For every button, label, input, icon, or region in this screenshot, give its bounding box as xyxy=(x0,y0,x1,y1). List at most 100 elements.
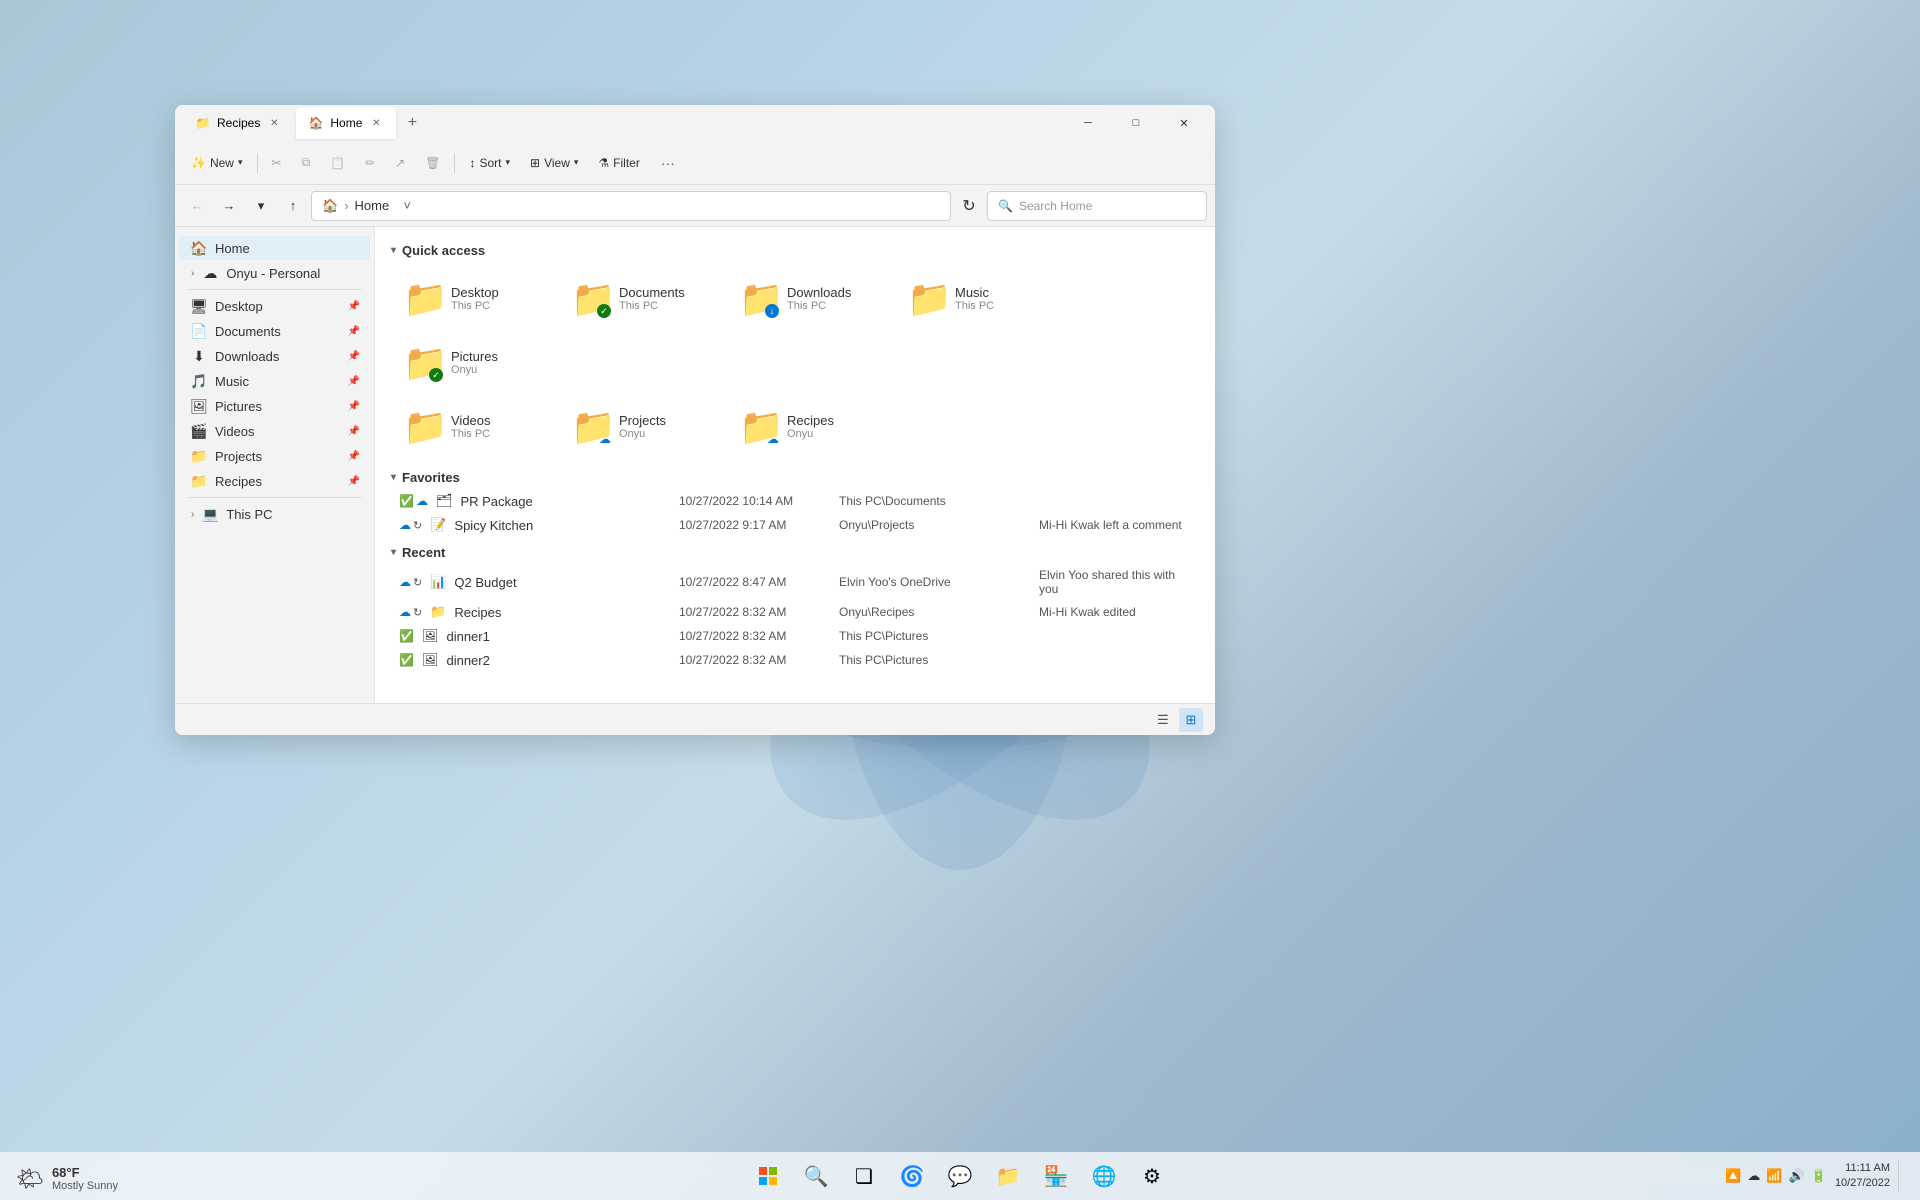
recipes-tab-close[interactable]: ✕ xyxy=(266,115,282,131)
spicy-kitchen-date: 10/27/2022 9:17 AM xyxy=(679,518,839,532)
tray-chevron-icon[interactable]: 🔼 xyxy=(1725,1168,1741,1184)
sidebar-item-documents[interactable]: 📄 Documents 📌 xyxy=(179,319,370,343)
minimize-button[interactable]: ─ xyxy=(1065,108,1111,138)
widgets-button[interactable]: 🌀 xyxy=(892,1156,932,1196)
grid-view-button[interactable]: ⊞ xyxy=(1179,708,1203,732)
downloads-folder-info: Downloads This PC xyxy=(787,285,875,312)
file-explorer-taskbar-button[interactable]: 📁 xyxy=(988,1156,1028,1196)
sidebar-item-desktop[interactable]: 🖥 Desktop 📌 xyxy=(179,294,370,318)
add-tab-button[interactable]: + xyxy=(398,109,426,137)
pr-package-date: 10/27/2022 10:14 AM xyxy=(679,494,839,508)
recent-header[interactable]: ▾ Recent xyxy=(391,537,1199,564)
sidebar-item-music[interactable]: 🎵 Music 📌 xyxy=(179,369,370,393)
folder-item-downloads[interactable]: 📁 ↓ Downloads This PC xyxy=(727,270,887,326)
dinner1-check-icon: ✅ xyxy=(399,629,414,643)
filter-icon: ⚗ xyxy=(598,156,609,170)
list-item[interactable]: ☁ ↻ 📝 Spicy Kitchen 10/27/2022 9:17 AM O… xyxy=(391,513,1199,537)
share-icon: ↗ xyxy=(395,156,405,170)
list-view-button[interactable]: ☰ xyxy=(1151,708,1175,732)
task-view-button[interactable]: ❏ xyxy=(844,1156,884,1196)
documents-folder-icon-wrap: 📁 ✓ xyxy=(571,278,611,318)
tab-home[interactable]: 🏠 Home ✕ xyxy=(296,107,396,139)
search-taskbar-button[interactable]: 🔍 xyxy=(796,1156,836,1196)
quick-access-chevron: ▾ xyxy=(391,245,396,256)
sidebar-item-home[interactable]: 🏠 Home xyxy=(179,236,370,260)
view-button[interactable]: ⊞ View ▾ xyxy=(522,147,586,179)
new-button[interactable]: ✨ New ▾ xyxy=(183,147,251,179)
q2budget-cloud-icon: ☁ xyxy=(399,575,411,589)
toolbar-divider-1 xyxy=(257,153,258,173)
sidebar-item-thispc[interactable]: › 💻 This PC xyxy=(179,502,370,526)
chat-button[interactable]: 💬 xyxy=(940,1156,980,1196)
cut-button[interactable]: ✂ xyxy=(264,147,290,179)
folder-item-videos[interactable]: 📁 Videos This PC xyxy=(391,398,551,454)
sidebar-item-projects[interactable]: 📁 Projects 📌 xyxy=(179,444,370,468)
store-icon: 🏪 xyxy=(1044,1164,1069,1189)
weather-temp: 68°F xyxy=(52,1165,118,1180)
folder-item-documents[interactable]: 📁 ✓ Documents This PC xyxy=(559,270,719,326)
sidebar-item-pictures[interactable]: 🖼 Pictures 📌 xyxy=(179,394,370,418)
show-desktop-button[interactable] xyxy=(1898,1160,1904,1192)
sidebar-item-onedrive[interactable]: › ☁ Onyu - Personal xyxy=(179,261,370,285)
list-item[interactable]: ☁ ↻ 📁 Recipes 10/27/2022 8:32 AM Onyu\Re… xyxy=(391,600,1199,624)
quick-access-header[interactable]: ▾ Quick access xyxy=(391,235,1199,262)
onedrive-expand-icon: › xyxy=(191,268,194,279)
tab-recipes[interactable]: 📁 Recipes ✕ xyxy=(183,107,294,139)
bottom-bar: ☰ ⊞ xyxy=(175,703,1215,735)
settings-taskbar-button[interactable]: ⚙ xyxy=(1132,1156,1172,1196)
quick-access-grid: 📁 Desktop This PC 📁 ✓ Documents xyxy=(391,262,1199,398)
address-chevron-button[interactable]: ˅ xyxy=(395,194,419,218)
volume-icon[interactable]: 🔊 xyxy=(1789,1168,1805,1184)
main-content: 🏠 Home › ☁ Onyu - Personal 🖥 Desktop 📌 📄… xyxy=(175,227,1215,703)
address-input[interactable]: 🏠 › Home ˅ xyxy=(311,191,951,221)
sidebar-item-recipes[interactable]: 📁 Recipes 📌 xyxy=(179,469,370,493)
taskbar-clock[interactable]: 11:11 AM 10/27/2022 xyxy=(1835,1161,1890,1192)
share-button[interactable]: ↗ xyxy=(387,147,413,179)
paste-button[interactable]: 📋 xyxy=(322,147,353,179)
delete-button[interactable]: 🗑 xyxy=(417,147,448,179)
favorites-header[interactable]: ▾ Favorites xyxy=(391,462,1199,489)
recipes-folder-icon-wrap: 📁 ☁ xyxy=(739,406,779,446)
list-item[interactable]: ✅ ☁ 🗂 PR Package 10/27/2022 10:14 AM Thi… xyxy=(391,489,1199,513)
network-icon[interactable]: 📶 xyxy=(1766,1168,1782,1184)
refresh-button[interactable]: ↻ xyxy=(955,192,983,220)
list-item[interactable]: ✅ 🖼 dinner2 10/27/2022 8:32 AM This PC\P… xyxy=(391,648,1199,672)
music-folder-info: Music This PC xyxy=(955,285,1043,312)
copy-button[interactable]: ⧉ xyxy=(294,147,319,179)
start-button[interactable] xyxy=(748,1156,788,1196)
sidebar-item-downloads[interactable]: ⬇ Downloads 📌 xyxy=(179,344,370,368)
more-button[interactable]: ··· xyxy=(652,147,684,179)
folder-item-projects[interactable]: 📁 ☁ Projects Onyu xyxy=(559,398,719,454)
list-item[interactable]: ✅ 🖼 dinner1 10/27/2022 8:32 AM This PC\P… xyxy=(391,624,1199,648)
onedrive-tray-icon[interactable]: ☁ xyxy=(1747,1168,1760,1184)
thispc-icon: 💻 xyxy=(202,506,218,522)
store-button[interactable]: 🏪 xyxy=(1036,1156,1076,1196)
edge-button[interactable]: 🌐 xyxy=(1084,1156,1124,1196)
folder-item-desktop[interactable]: 📁 Desktop This PC xyxy=(391,270,551,326)
back-button[interactable]: ← xyxy=(183,192,211,220)
folder-item-pictures[interactable]: 📁 ✓ Pictures Onyu xyxy=(391,334,551,390)
up-button[interactable]: ↑ xyxy=(279,192,307,220)
weather-widget[interactable]: 🌤 68°F Mostly Sunny xyxy=(16,1165,118,1192)
sidebar-recipes-label: Recipes xyxy=(215,474,262,489)
rename-button[interactable]: ✏ xyxy=(357,147,383,179)
search-box[interactable]: 🔍 Search Home xyxy=(987,191,1207,221)
home-tab-close[interactable]: ✕ xyxy=(368,115,384,131)
desktop-folder-icon-wrap: 📁 xyxy=(403,278,443,318)
maximize-button[interactable]: □ xyxy=(1113,108,1159,138)
folder-item-recipes-grid[interactable]: 📁 ☁ Recipes Onyu xyxy=(727,398,887,454)
projects-folder-info: Projects Onyu xyxy=(619,413,707,440)
close-button[interactable]: ✕ xyxy=(1161,108,1207,138)
delete-icon: 🗑 xyxy=(425,156,440,170)
projects-pin-icon: 📌 xyxy=(348,451,360,462)
sort-button[interactable]: ↕ Sort ▾ xyxy=(461,147,518,179)
spicy-kitchen-activity: Mi-Hi Kwak left a comment xyxy=(1039,518,1191,532)
recent-locations-button[interactable]: ▾ xyxy=(247,192,275,220)
filter-button[interactable]: ⚗ Filter xyxy=(590,147,647,179)
battery-icon[interactable]: 🔋 xyxy=(1811,1168,1827,1184)
sidebar-item-videos[interactable]: 🎬 Videos 📌 xyxy=(179,419,370,443)
system-tray-icons[interactable]: 🔼 ☁ 📶 🔊 🔋 xyxy=(1725,1168,1827,1184)
forward-button[interactable]: → xyxy=(215,192,243,220)
folder-item-music[interactable]: 📁 Music This PC xyxy=(895,270,1055,326)
list-item[interactable]: ☁ ↻ 📊 Q2 Budget 10/27/2022 8:47 AM Elvin… xyxy=(391,564,1199,600)
